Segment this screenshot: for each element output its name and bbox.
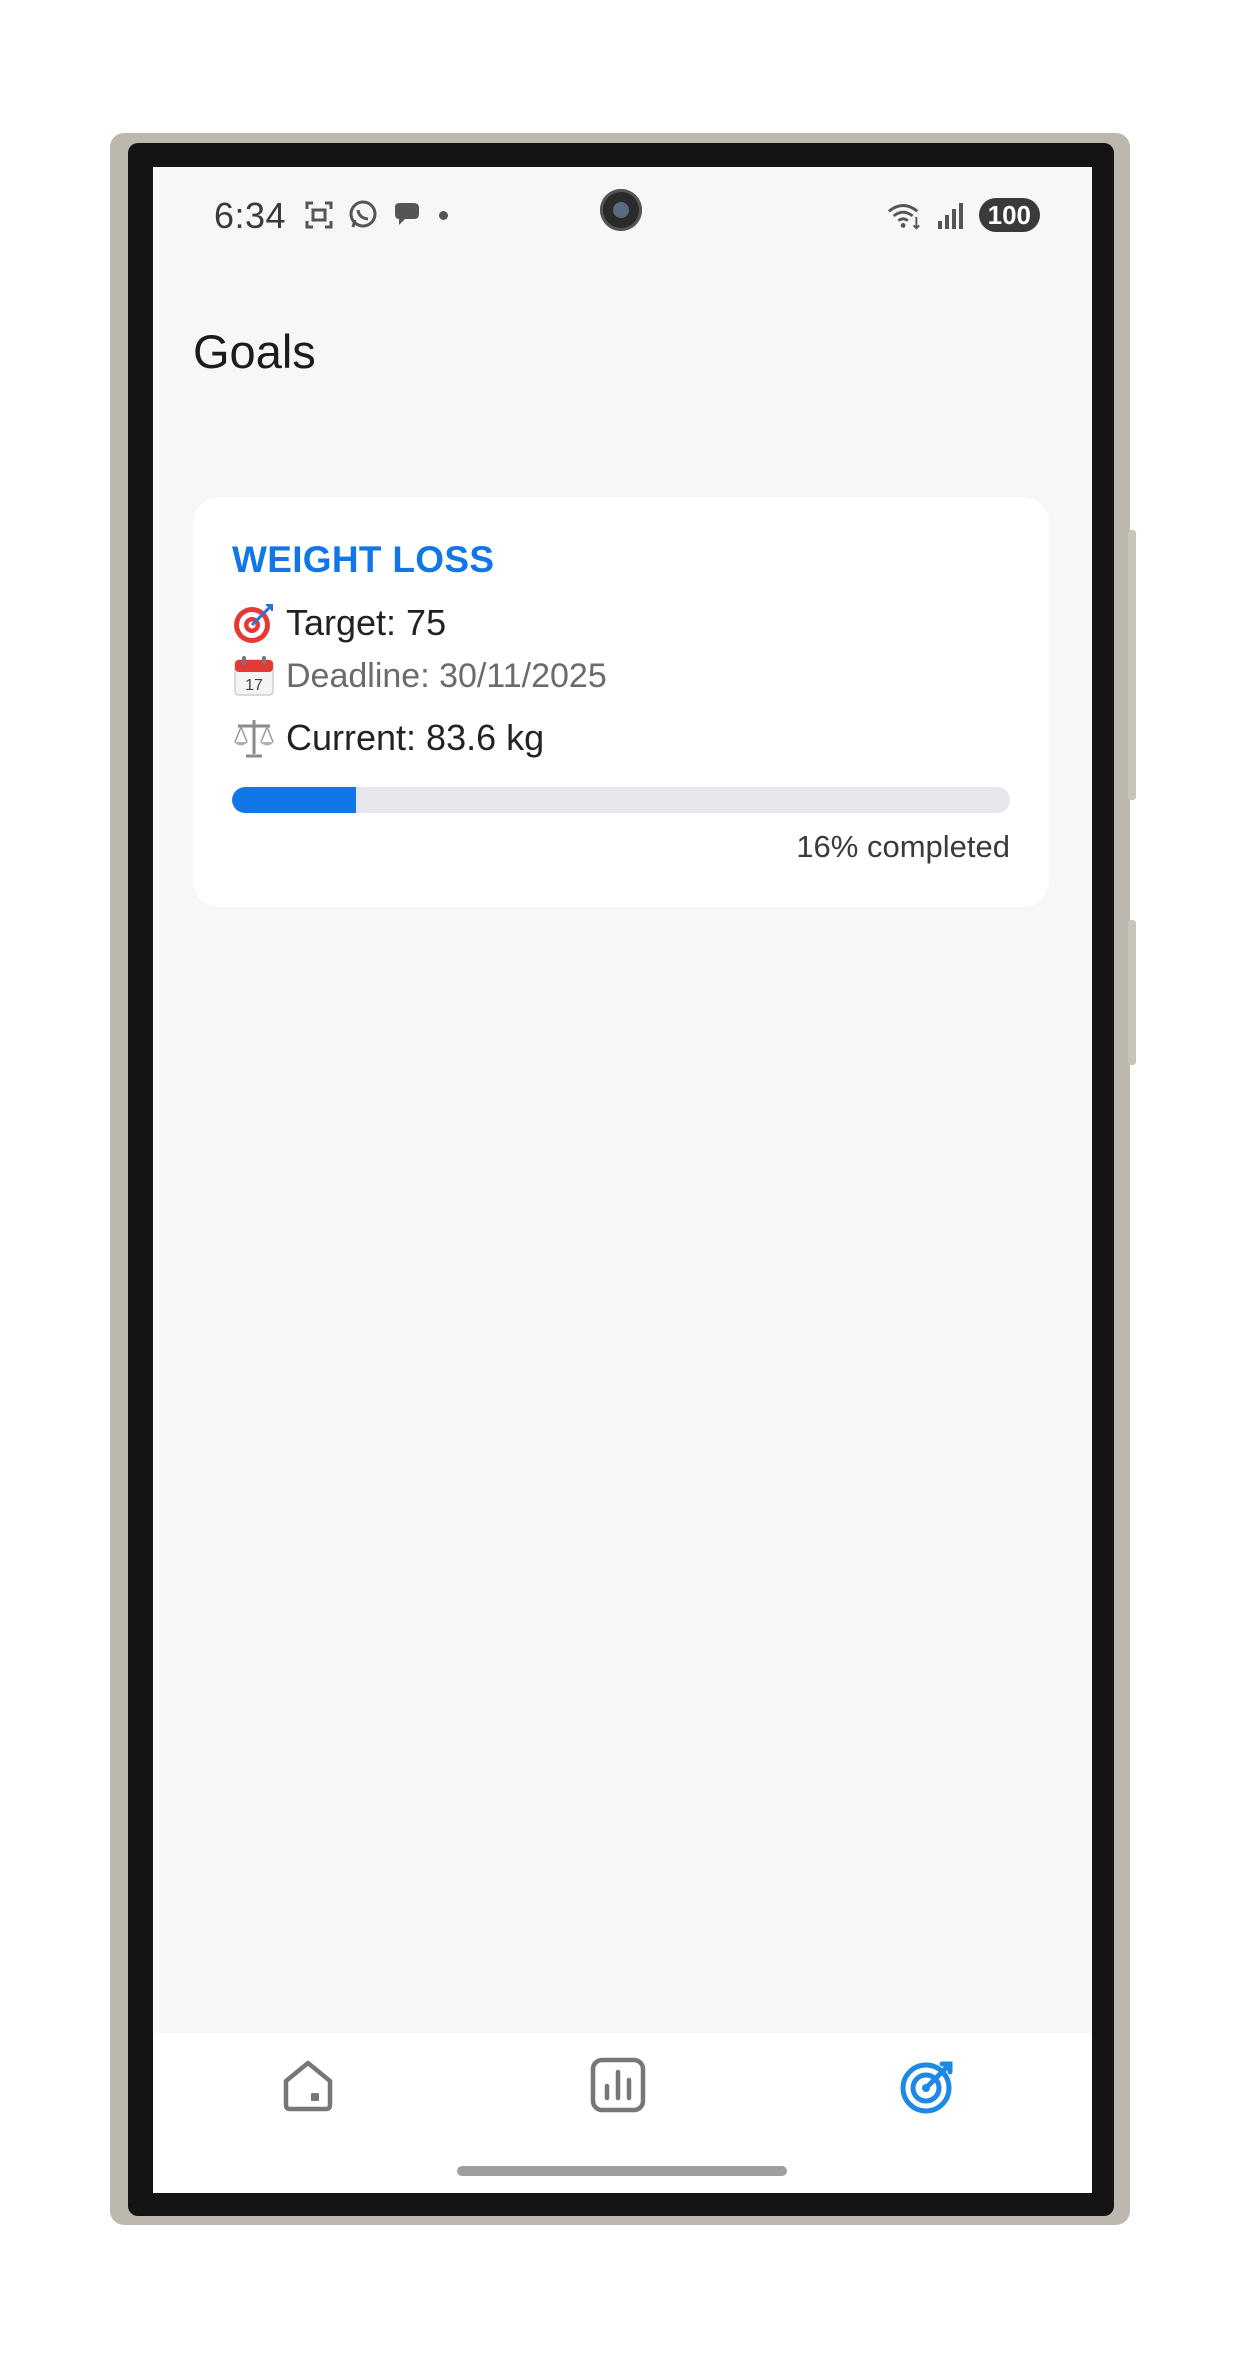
bar-chart-icon: [589, 2056, 647, 2119]
goal-progress-bar: [232, 787, 1010, 813]
status-time: 6:34: [214, 195, 287, 236]
goal-progress-label: 16% completed: [796, 829, 1010, 864]
scales-icon: [232, 716, 276, 760]
nav-stats[interactable]: [578, 2047, 658, 2127]
target-icon: [898, 2054, 960, 2121]
home-indicator[interactable]: [457, 2166, 787, 2176]
front-camera: [600, 189, 642, 231]
goal-deadline-row: 17 Deadline: 30/11/2025: [232, 654, 607, 698]
goal-deadline-text: Deadline: 30/11/2025: [286, 656, 607, 695]
goal-progress-fill: [232, 787, 357, 813]
nav-goals[interactable]: [889, 2047, 969, 2127]
signal-icon: [933, 197, 969, 233]
goal-current-text: Current: 83.6 kg: [286, 717, 545, 758]
page: 6:34 100 Goals WEIGHT LOSS Target: 75 17…: [0, 0, 1245, 2359]
status-bar: 6:34 100: [153, 167, 1092, 263]
whatsapp-icon: [345, 197, 381, 233]
battery-indicator: 100: [978, 198, 1040, 232]
target-icon: [232, 601, 276, 645]
screenshot-icon: [301, 197, 337, 233]
screen: 6:34 100 Goals WEIGHT LOSS Target: 75 17…: [153, 167, 1092, 2193]
calendar-icon: 17: [232, 654, 276, 698]
goal-target-row: Target: 75: [232, 601, 446, 645]
volume-button: [1128, 920, 1136, 1065]
goal-target-text: Target: 75: [286, 602, 447, 643]
nav-home[interactable]: [268, 2047, 348, 2127]
bottom-nav: [153, 2033, 1092, 2193]
status-notification-icons: [301, 197, 448, 233]
status-system-icons: 100: [887, 197, 1040, 233]
chat-icon: [389, 197, 425, 233]
power-button: [1128, 530, 1136, 800]
home-icon: [278, 2055, 338, 2120]
svg-text:17: 17: [245, 677, 263, 694]
goal-card[interactable]: WEIGHT LOSS Target: 75 17 Deadline: 30/1…: [193, 497, 1049, 907]
page-title: Goals: [193, 325, 316, 378]
notification-dot: [439, 210, 448, 220]
wifi-icon: [887, 197, 923, 233]
goal-current-row: Current: 83.6 kg: [232, 716, 544, 760]
goal-title: WEIGHT LOSS: [232, 539, 495, 580]
